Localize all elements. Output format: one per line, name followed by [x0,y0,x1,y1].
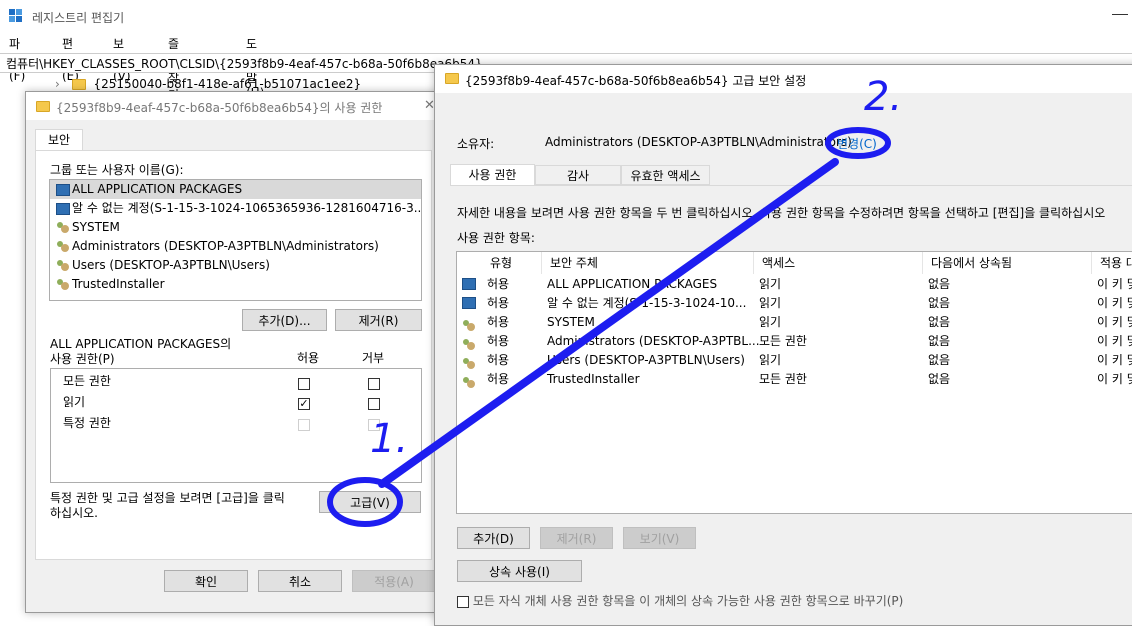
annotation-overlay: 1. 2. [327,74,902,527]
replace-child-perms-checkbox[interactable] [457,595,469,608]
annotation-label-1: 1. [370,416,408,462]
annotation-circle-change [825,127,891,159]
annotation-arrow-line [378,158,839,488]
annotation-label-2: 2. [864,74,902,120]
annotation-circle-advanced [327,477,403,527]
